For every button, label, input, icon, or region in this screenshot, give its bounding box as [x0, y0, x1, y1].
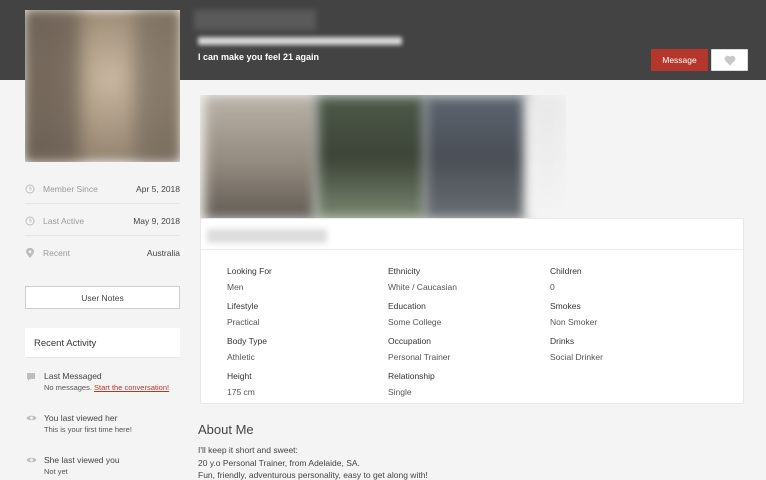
photo-gallery[interactable] [200, 95, 566, 220]
about-me-text: 20 y.o Personal Trainer, from Adelaide, … [198, 458, 360, 468]
field-value: Personal Trainer [388, 352, 451, 362]
field-education: Education Some College [388, 301, 441, 327]
favorite-button[interactable] [711, 49, 748, 71]
field-label: Looking For [227, 266, 272, 276]
last-active-label: Last Active [43, 216, 85, 226]
redacted-info-heading [207, 229, 327, 243]
activity-you-viewed: You last viewed her This is your first t… [25, 413, 180, 437]
divider [25, 203, 180, 204]
redacted-profile-subtitle [198, 37, 402, 45]
about-me-text: Fun, friendly, adventurous personality, … [198, 470, 428, 480]
user-notes-button[interactable]: User Notes [25, 286, 180, 309]
recent-location-value: Australia [146, 248, 180, 258]
member-since-row: Member Since Apr 5, 2018 [25, 181, 180, 197]
recent-activity-title: Recent Activity [25, 328, 180, 358]
member-since-label: Member Since [43, 184, 98, 194]
field-body-type: Body Type Athletic [227, 336, 267, 362]
field-label: Height [227, 371, 252, 381]
heart-icon [724, 55, 735, 65]
field-ethnicity: Ethnicity White / Caucasian [388, 266, 457, 292]
field-relationship: Relationship Single [388, 371, 435, 397]
message-button[interactable]: Message [651, 49, 708, 71]
field-value: Single [388, 387, 412, 397]
field-label: Smokes [550, 301, 581, 311]
redacted-username [194, 10, 316, 30]
field-label: Ethnicity [388, 266, 421, 276]
about-me-text: I'll keep it short and sweet: [198, 445, 298, 455]
eye-icon [26, 456, 37, 466]
field-height: Height 175 cm [227, 371, 255, 397]
field-label: Relationship [388, 371, 435, 381]
last-active-row: Last Active May 9, 2018 [25, 213, 180, 229]
about-me-heading: About Me [198, 422, 254, 437]
activity-subtitle: Not yet [44, 467, 68, 476]
activity-she-viewed: She last viewed you Not yet [25, 455, 180, 479]
field-value: Practical [227, 317, 260, 327]
clock-icon [25, 216, 35, 226]
field-value: Some College [388, 317, 442, 327]
divider [25, 235, 180, 236]
field-value: Non Smoker [550, 317, 598, 327]
field-value: 0 [550, 282, 555, 292]
field-occupation: Occupation Personal Trainer [388, 336, 450, 362]
activity-subtitle: No messages. Start the conversation! [44, 383, 170, 392]
field-label: Education [388, 301, 426, 311]
last-active-value: May 9, 2018 [133, 216, 180, 226]
field-lifestyle: Lifestyle Practical [227, 301, 260, 327]
field-label: Lifestyle [227, 301, 259, 311]
activity-title: She last viewed you [44, 455, 120, 465]
personal-info-card: Looking For Men Ethnicity White / Caucas… [200, 218, 744, 404]
field-label: Body Type [227, 336, 268, 346]
field-label: Children [550, 266, 582, 276]
recent-location-row: Recent Australia [25, 245, 180, 261]
location-pin-icon [25, 248, 35, 258]
field-children: Children 0 [550, 266, 582, 292]
field-looking-for: Looking For Men [227, 266, 272, 292]
field-value: White / Caucasian [388, 282, 457, 292]
clock-icon [25, 184, 35, 194]
start-conversation-link[interactable]: Start the conversation! [94, 383, 169, 392]
activity-title: You last viewed her [44, 413, 118, 423]
profile-tagline: I can make you feel 21 again [198, 52, 320, 62]
field-drinks: Drinks Social Drinker [550, 336, 603, 362]
recent-location-label: Recent [43, 248, 70, 258]
field-smokes: Smokes Non Smoker [550, 301, 597, 327]
activity-subtitle: This is your first time here! [44, 425, 132, 434]
field-value: 175 cm [227, 387, 255, 397]
field-value: Men [227, 282, 244, 292]
field-value: Social Drinker [550, 352, 603, 362]
divider [201, 249, 743, 250]
chat-icon [26, 372, 36, 382]
field-label: Occupation [388, 336, 431, 346]
field-label: Drinks [550, 336, 575, 346]
activity-last-messaged: Last Messaged No messages. Start the con… [25, 371, 180, 395]
eye-icon [26, 414, 37, 424]
profile-photo[interactable] [25, 10, 180, 162]
activity-title: Last Messaged [44, 371, 102, 381]
field-value: Athletic [227, 352, 255, 362]
member-since-value: Apr 5, 2018 [136, 184, 180, 194]
